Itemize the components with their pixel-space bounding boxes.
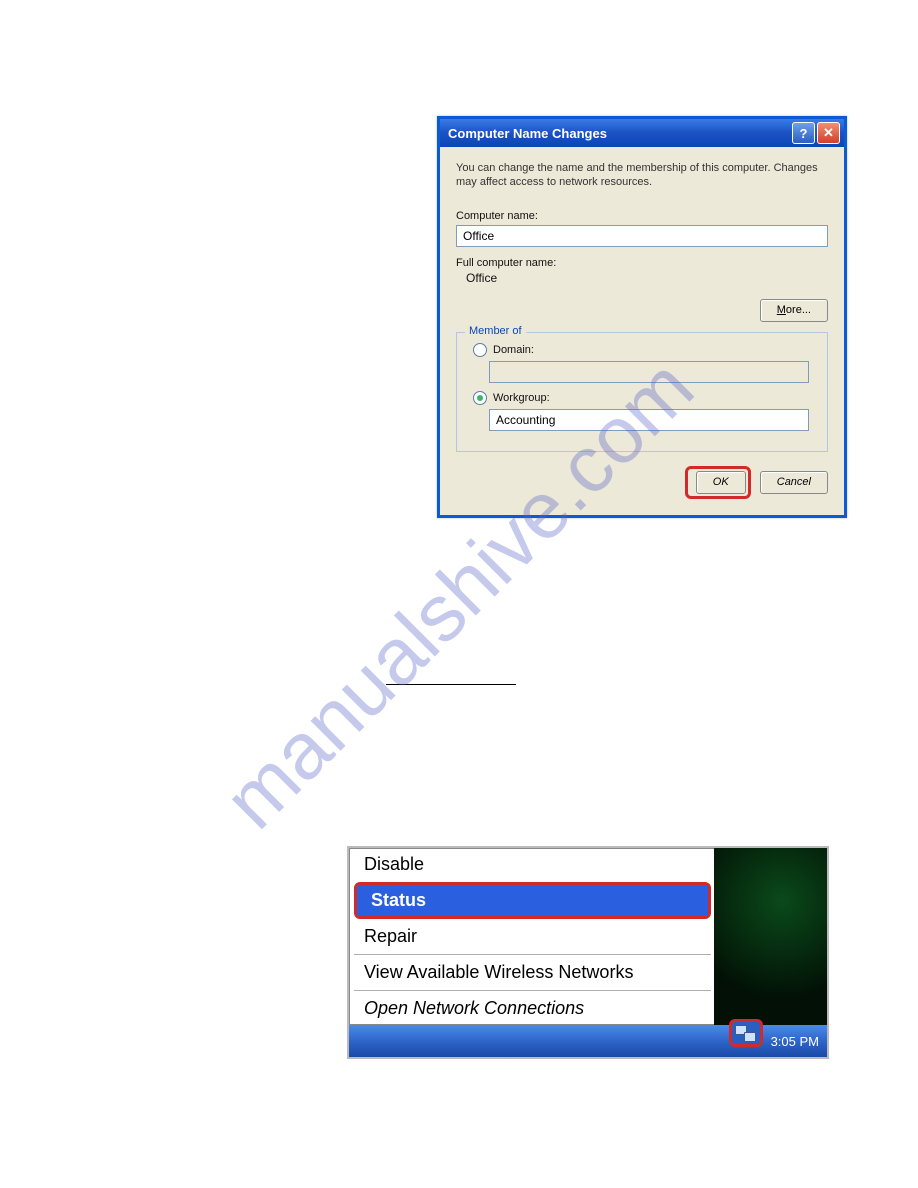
- computer-name-label: Computer name:: [456, 210, 828, 222]
- domain-radio[interactable]: [473, 343, 487, 357]
- systray-screenshot: Disable Status Repair View Available Wir…: [347, 846, 829, 1059]
- menu-item-repair[interactable]: Repair: [350, 921, 715, 952]
- status-highlight: Status: [354, 882, 711, 919]
- dialog-description: You can change the name and the membersh…: [456, 161, 828, 190]
- menu-divider: [354, 954, 711, 955]
- menu-item-open-connections[interactable]: Open Network Connections: [350, 993, 715, 1024]
- computer-name-input[interactable]: [456, 225, 828, 247]
- member-of-legend: Member of: [465, 325, 526, 337]
- full-computer-name-value: Office: [466, 271, 828, 285]
- computer-name-changes-dialog: Computer Name Changes ? ✕ You can change…: [437, 116, 847, 518]
- desktop-background: [714, 848, 827, 1025]
- titlebar[interactable]: Computer Name Changes ? ✕: [440, 119, 844, 147]
- menu-item-view-networks[interactable]: View Available Wireless Networks: [350, 957, 715, 988]
- workgroup-label: Workgroup:: [493, 392, 550, 404]
- close-icon[interactable]: ✕: [817, 122, 840, 144]
- taskbar-clock: 3:05 PM: [771, 1034, 819, 1049]
- dialog-button-row: OK Cancel: [456, 466, 828, 503]
- taskbar: 3:05 PM: [349, 1025, 827, 1057]
- workgroup-input[interactable]: [489, 409, 809, 431]
- ok-highlight: OK: [685, 466, 751, 499]
- menu-item-status[interactable]: Status: [357, 885, 708, 916]
- full-computer-name-label: Full computer name:: [456, 257, 828, 269]
- menu-item-disable[interactable]: Disable: [350, 849, 715, 880]
- domain-input: [489, 361, 809, 383]
- domain-label: Domain:: [493, 344, 534, 356]
- network-icon[interactable]: [735, 1023, 757, 1043]
- separator-line: [386, 684, 516, 685]
- menu-divider: [354, 990, 711, 991]
- workgroup-radio[interactable]: [473, 391, 487, 405]
- network-context-menu: Disable Status Repair View Available Wir…: [349, 848, 716, 1025]
- cancel-button[interactable]: Cancel: [760, 471, 828, 494]
- network-tray-icon-highlight: [729, 1019, 763, 1047]
- dialog-body: You can change the name and the membersh…: [440, 147, 844, 515]
- ok-button[interactable]: OK: [696, 471, 746, 494]
- more-button[interactable]: More...: [760, 299, 828, 322]
- dialog-title: Computer Name Changes: [448, 126, 790, 141]
- member-of-group: Member of Domain: Workgroup:: [456, 332, 828, 452]
- help-icon[interactable]: ?: [792, 122, 815, 144]
